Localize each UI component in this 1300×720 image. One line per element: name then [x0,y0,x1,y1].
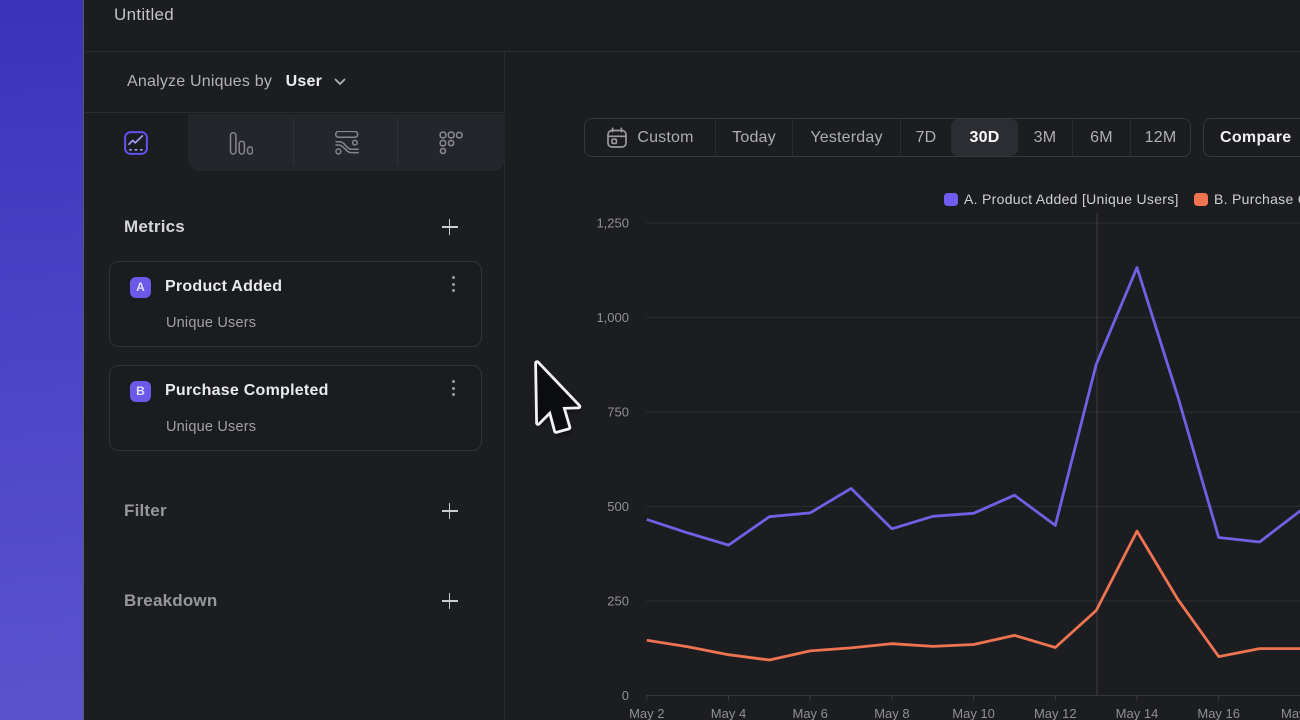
svg-text:1,000: 1,000 [596,310,629,325]
svg-text:1,250: 1,250 [596,216,629,231]
svg-text:May 10: May 10 [952,706,995,720]
svg-text:May 14: May 14 [1116,706,1159,720]
svg-text:250: 250 [607,594,629,609]
svg-text:0: 0 [622,688,629,703]
svg-text:May 4: May 4 [711,706,746,720]
svg-text:May 18: May 18 [1281,706,1300,720]
svg-text:May 2: May 2 [629,706,664,720]
svg-text:May 16: May 16 [1197,706,1240,720]
svg-text:May 12: May 12 [1034,706,1077,720]
svg-text:May 8: May 8 [874,706,909,720]
svg-text:May 6: May 6 [792,706,827,720]
svg-text:500: 500 [607,499,629,514]
svg-text:750: 750 [607,405,629,420]
